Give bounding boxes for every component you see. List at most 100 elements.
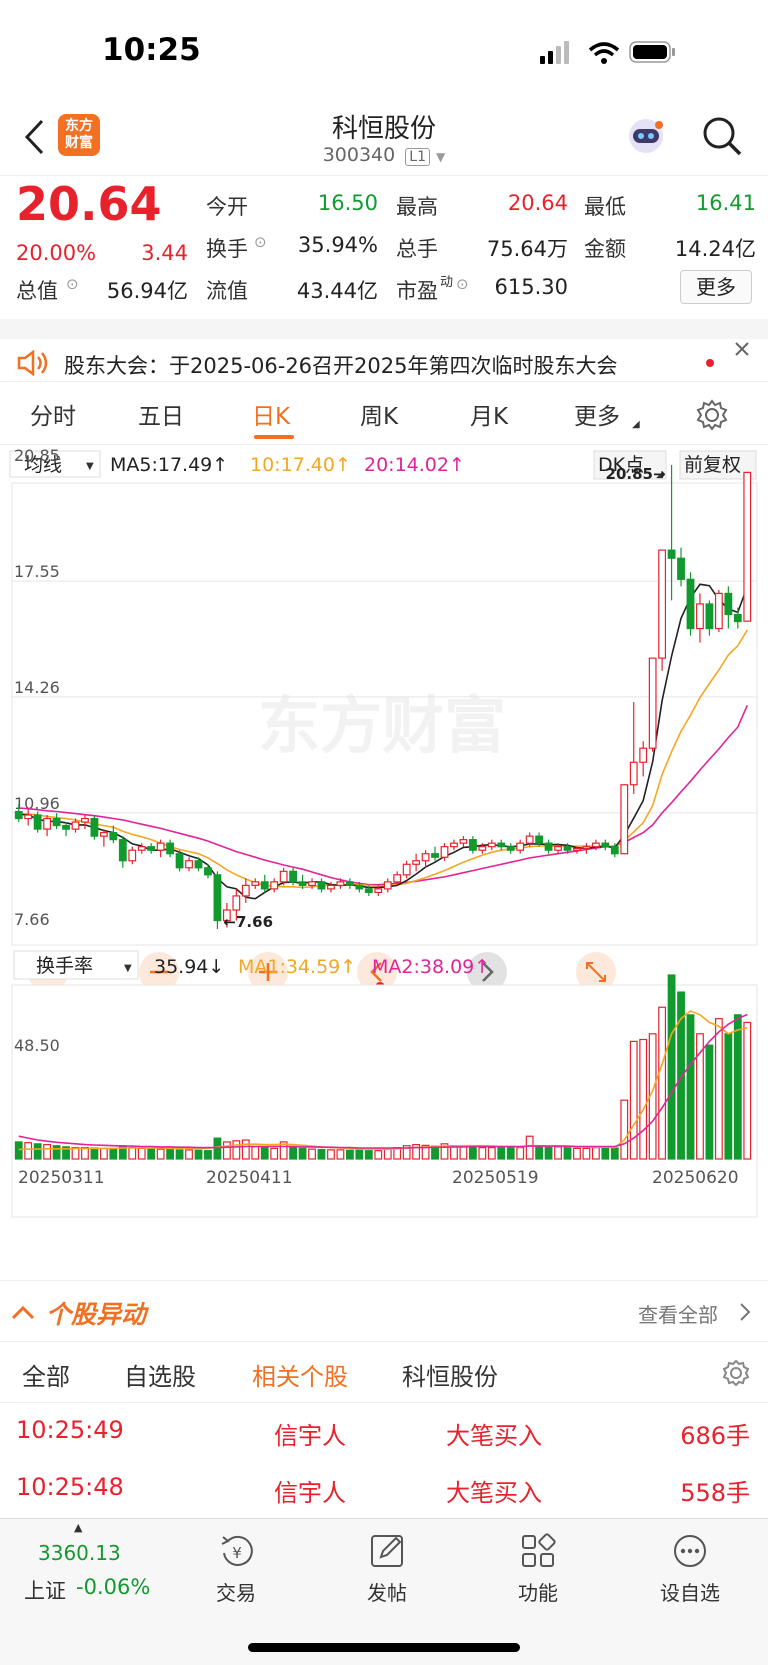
- turnover-bar: [658, 1006, 667, 1160]
- candle-body: [544, 842, 553, 851]
- list-item[interactable]: 10:25:48 信宇人 大笔买入 558手: [0, 1461, 768, 1518]
- up-triangle-icon: ▲: [74, 1521, 83, 1534]
- watermark: 东方财富: [258, 689, 506, 762]
- alert-qty: 686手: [680, 1422, 750, 1450]
- tab-watchlist[interactable]: 自选股: [124, 1357, 196, 1392]
- turnover-select[interactable]: 换手率: [36, 955, 93, 977]
- amount-label: 金额: [584, 237, 626, 261]
- level-badge: L1: [405, 148, 430, 166]
- turnover-bar: [137, 1147, 146, 1160]
- candle-body: [573, 847, 581, 851]
- kline-svg[interactable]: 均线 ▼ MA5:17.49↑ 10:17.40↑ 20:14.02↑ DK点 …: [0, 446, 768, 1277]
- volume-label: 总手: [396, 237, 438, 261]
- candle-body: [648, 657, 657, 749]
- tab-related-stocks[interactable]: 相关个股: [252, 1357, 348, 1392]
- home-indicator: [248, 1643, 520, 1652]
- turnover-bar: [582, 1147, 591, 1160]
- candle-body: [251, 881, 260, 886]
- turnover-bar: [544, 1147, 553, 1160]
- wifi-icon: [588, 42, 620, 64]
- candle-body: [279, 870, 288, 883]
- settings-gear-icon[interactable]: [696, 399, 728, 431]
- turnover-bar: [468, 1146, 477, 1160]
- turnover-ma2-label: MA2:38.09↑: [372, 956, 490, 978]
- turnover-bar: [535, 1145, 544, 1160]
- view-all-link[interactable]: 查看全部: [638, 1299, 718, 1328]
- tab-more[interactable]: 更多: [574, 397, 620, 431]
- candle-body: [194, 860, 203, 869]
- info-icon[interactable]: ⊙: [66, 275, 79, 293]
- nav-bar: 东方财富 科恒股份 300340 L1 ▼: [0, 100, 768, 176]
- turnover-bar: [194, 1149, 203, 1160]
- turnover-bar: [241, 1139, 250, 1160]
- turnover-bar: [33, 1143, 42, 1160]
- turnover-bar: [298, 1147, 307, 1160]
- turnover-bar: [213, 1137, 222, 1160]
- candle-body: [402, 863, 411, 876]
- turnover-bar: [554, 1146, 562, 1160]
- turnover-bar: [714, 1018, 723, 1160]
- candle-body: [270, 881, 279, 890]
- status-bar: 10:25: [0, 0, 768, 100]
- candle-body: [90, 817, 99, 837]
- info-icon[interactable]: ⊙: [254, 233, 267, 251]
- candle-body: [487, 842, 496, 848]
- candle-body: [620, 784, 629, 855]
- tab-stock-self[interactable]: 科恒股份: [402, 1357, 498, 1392]
- list-item[interactable]: 10:25:49 信宇人 大笔买入 686手: [0, 1404, 768, 1461]
- tab-all[interactable]: 全部: [22, 1357, 70, 1392]
- turnover-bar: [610, 1147, 619, 1160]
- tab-monthly-k[interactable]: 月K: [470, 397, 508, 431]
- ma10-label: 10:17.40↑: [250, 454, 351, 476]
- candle-body: [629, 761, 638, 786]
- date-label: 20250620: [652, 1168, 739, 1188]
- tab-daily-k[interactable]: 日K: [252, 397, 290, 431]
- tab-weekly-k[interactable]: 周K: [360, 397, 398, 431]
- info-icon[interactable]: ⊙: [456, 275, 469, 293]
- alert-tabs: 全部 自选股 相关个股 科恒股份: [0, 1343, 768, 1403]
- turnover-bar: [686, 1014, 695, 1160]
- candle-body: [516, 842, 525, 851]
- ma5-label: MA5:17.49↑: [110, 454, 228, 476]
- turnover-bar: [14, 1141, 23, 1160]
- index-widget[interactable]: ▲ 3360.13 上证 -0.06%: [0, 1519, 180, 1619]
- divider: [0, 319, 768, 339]
- max-price-annotation: 20.85→: [606, 465, 666, 483]
- tab-five-day[interactable]: 五日: [138, 397, 184, 431]
- chevron-right-icon[interactable]: [738, 1301, 752, 1323]
- search-icon[interactable]: [700, 114, 744, 158]
- candle-body: [355, 884, 364, 890]
- features-label: 功能: [518, 1581, 558, 1605]
- status-time: 10:25: [102, 32, 201, 68]
- turnover-bar: [459, 1145, 468, 1160]
- amount-value: 14.24亿: [674, 237, 756, 261]
- turnover-value: 35.94%: [297, 233, 378, 257]
- unread-dot: [706, 359, 714, 367]
- turnover-bar: [478, 1147, 487, 1160]
- candle-body: [535, 835, 544, 844]
- quote-panel: 20.64 20.00% 3.44 今开 16.50 最高 20.64 最低 1…: [0, 177, 768, 317]
- candle-body: [724, 592, 733, 616]
- candle-body: [421, 853, 430, 862]
- candle-body: [374, 888, 383, 894]
- robot-assistant-icon[interactable]: [624, 114, 668, 158]
- index-name: 上证: [24, 1579, 66, 1603]
- notice-bar[interactable]: 股东大会：于2025-06-26召开2025年第四次临时股东大会: [0, 340, 768, 382]
- turnover-bar: [260, 1147, 269, 1160]
- turnover-bar: [525, 1135, 534, 1160]
- stock-alert-header[interactable]: 个股异动 查看全部: [0, 1280, 768, 1342]
- kline-chart[interactable]: 均线 ▼ MA5:17.49↑ 10:17.40↑ 20:14.02↑ DK点 …: [0, 446, 768, 1277]
- low-value: 16.41: [695, 191, 756, 215]
- candle-body: [563, 846, 572, 851]
- turnover-bar: [563, 1147, 572, 1160]
- adjust-button[interactable]: 前复权: [684, 454, 741, 476]
- collapse-chevron-icon[interactable]: [10, 1303, 36, 1321]
- settings-gear-icon[interactable]: [722, 1359, 750, 1387]
- tab-intraday[interactable]: 分时: [30, 397, 76, 431]
- high-value: 20.64: [507, 191, 568, 215]
- more-button[interactable]: 更多: [680, 270, 752, 304]
- svg-text:¥: ¥: [232, 1544, 242, 1562]
- alert-stock: 信宇人: [274, 1422, 346, 1450]
- candle-body: [705, 603, 714, 630]
- close-icon[interactable]: [733, 340, 751, 358]
